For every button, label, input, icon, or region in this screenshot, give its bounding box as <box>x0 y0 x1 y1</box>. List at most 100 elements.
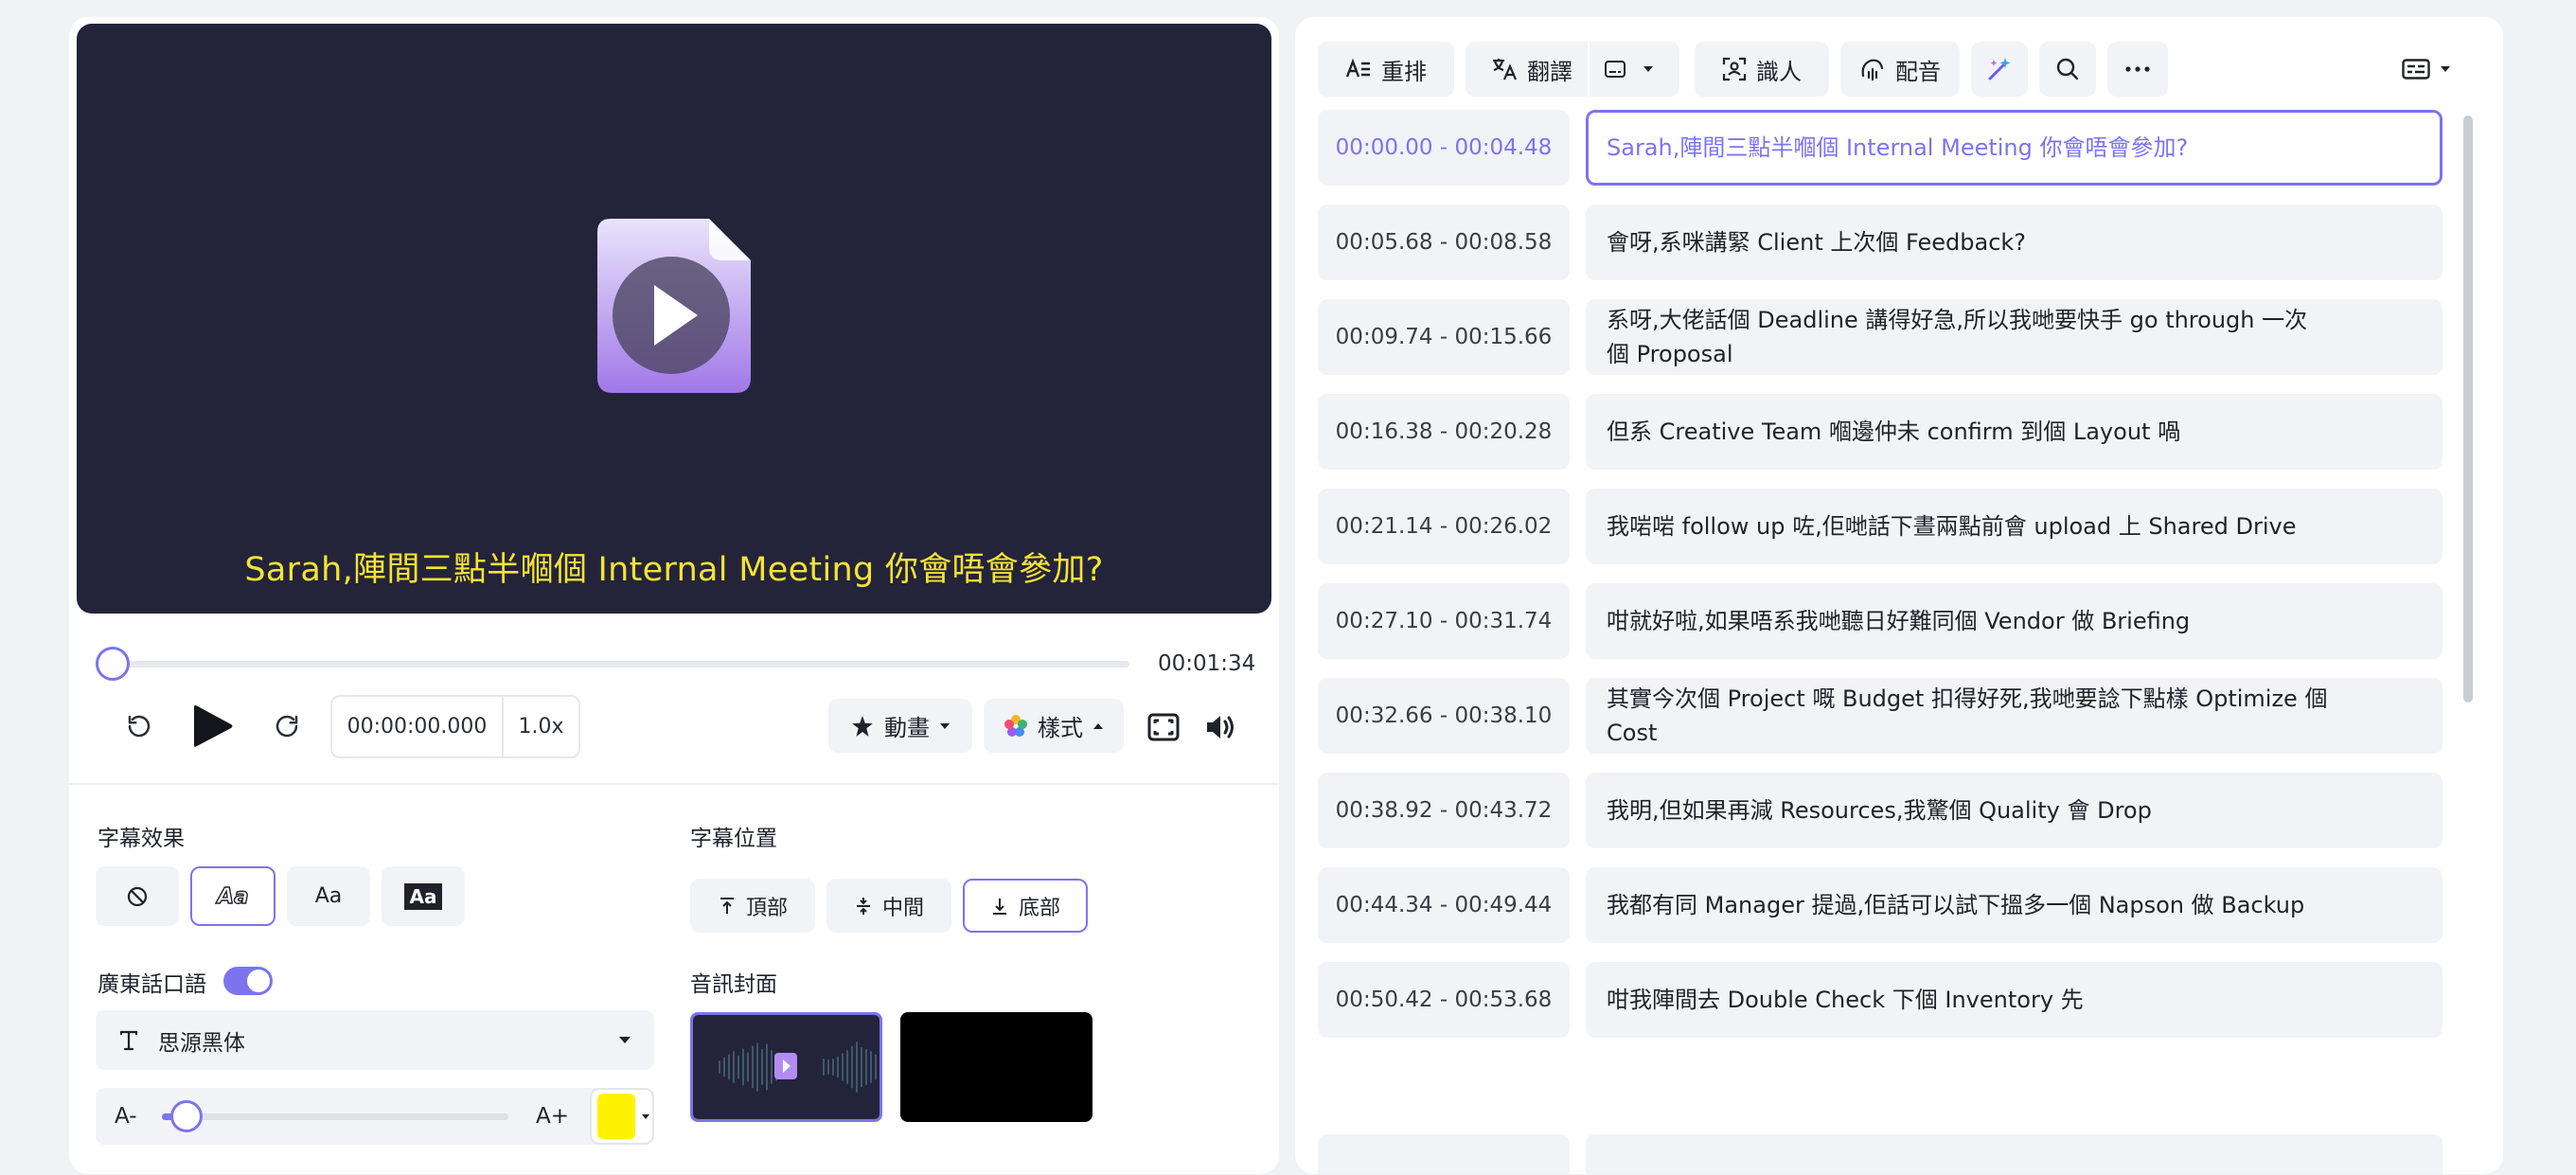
effect-none-option[interactable] <box>96 866 179 926</box>
position-bottom-option[interactable]: 底部 <box>963 879 1088 933</box>
relayout-button[interactable]: 重排 <box>1318 42 1454 97</box>
none-icon <box>127 886 148 906</box>
effect-outline-option[interactable]: Aa <box>190 866 275 926</box>
subtitle-time[interactable]: 00:44.34 - 00:49.44 <box>1318 867 1570 943</box>
effect-box-option[interactable]: Aa <box>382 866 465 926</box>
subtitle-row[interactable]: 00:00.00 - 00:04.48 Sarah,陣間三點半嗰個 Interna… <box>1318 110 2443 186</box>
subtitle-row[interactable]: 00:38.92 - 00:43.72 我明,但如果再減 Resources,我驚… <box>1318 773 2443 848</box>
align-bottom-icon <box>992 898 1006 915</box>
font-name: 思源黑体 <box>158 1030 245 1056</box>
rewind-button[interactable] <box>118 705 160 747</box>
progress-handle[interactable] <box>96 647 130 681</box>
caret-down-icon <box>2441 66 2450 72</box>
subtitle-row[interactable]: 00:09.74 - 00:15.66 系呀,大佬話個 Deadline 講得好急… <box>1318 299 2443 375</box>
progress-track[interactable] <box>96 661 1129 668</box>
subtitle-row-partial[interactable] <box>1318 1134 2443 1174</box>
subtitle-time[interactable]: 00:50.42 - 00:53.68 <box>1318 962 1570 1038</box>
subtitle-text[interactable]: 我明,但如果再減 Resources,我驚個 Quality 會 Drop <box>1586 773 2443 848</box>
align-top-icon <box>720 897 734 914</box>
caret-up-icon <box>1093 722 1103 729</box>
toggle-knob <box>247 970 270 992</box>
subtitle-time[interactable]: 00:05.68 - 00:08.58 <box>1318 205 1570 280</box>
subtitle-row[interactable]: 00:21.14 - 00:26.02 我啱啱 follow up 咗,佢哋話下晝… <box>1318 489 2443 564</box>
audio-file-icon <box>597 219 751 393</box>
subtitle-list-icon <box>2402 59 2430 80</box>
font-select[interactable]: 思源黑体 <box>96 1010 654 1070</box>
video-preview[interactable]: Sarah,陣間三點半嗰個 Internal Meeting 你會唔會參加? <box>77 24 1271 614</box>
text-color-swatch <box>597 1094 635 1139</box>
align-middle-icon <box>856 897 870 915</box>
play-button[interactable] <box>187 701 238 752</box>
subtitle-row[interactable]: 00:05.68 - 00:08.58 會呀,系咪講緊 Client 上次個 Fe… <box>1318 205 2443 280</box>
subtitle-time[interactable]: 00:27.10 - 00:31.74 <box>1318 583 1570 659</box>
position-top-label: 頂部 <box>745 896 788 920</box>
effect-plain-option[interactable]: Aa <box>287 866 370 926</box>
scrollbar-thumb[interactable] <box>2463 116 2473 703</box>
subtitle-text[interactable]: 咁我陣間去 Double Check 下個 Inventory 先 <box>1586 962 2443 1038</box>
recognize-speaker-button[interactable]: 識人 <box>1695 42 1829 97</box>
subtitle-time[interactable]: 00:21.14 - 00:26.02 <box>1318 489 1570 564</box>
text-color-picker[interactable] <box>590 1088 654 1145</box>
subtitle-row[interactable]: 00:16.38 - 00:20.28 但系 Creative Team 嗰邊仲未… <box>1318 394 2443 470</box>
subtitle-text[interactable]: 系呀,大佬話個 Deadline 講得好急,所以我哋要快手 go through… <box>1586 299 2443 375</box>
subtitle-time[interactable]: 00:32.66 - 00:38.10 <box>1318 678 1570 754</box>
magic-button[interactable] <box>1971 42 2028 97</box>
cover-waveform-option[interactable] <box>690 1012 882 1122</box>
translate-button[interactable]: 翻譯 <box>1491 53 1572 86</box>
cantonese-label: 廣東話口語 <box>98 972 206 997</box>
effect-box-sample: Aa <box>403 882 443 910</box>
font-size-handle[interactable] <box>169 1100 203 1132</box>
position-top-option[interactable]: 頂部 <box>690 879 815 933</box>
volume-button[interactable] <box>1201 708 1239 746</box>
font-size-slider[interactable] <box>162 1100 508 1132</box>
face-scan-icon <box>1722 57 1747 81</box>
subtitle-row[interactable]: 00:50.42 - 00:53.68 咁我陣間去 Double Check 下個… <box>1318 962 2443 1038</box>
subtitle-time[interactable]: 00:09.74 - 00:15.66 <box>1318 299 1570 375</box>
subtitle-panel: 重排 翻譯 識人 配音 00:00.00 - 00:04.48 Sarah,陣間… <box>1295 17 2503 1174</box>
subtitle-time-partial[interactable] <box>1318 1134 1570 1174</box>
subtitle-text[interactable]: 其實今次個 Project 嘅 Budget 扣得好死,我哋要諗下點樣 Opti… <box>1586 678 2443 754</box>
subtitle-mode-dropdown[interactable] <box>1605 61 1654 78</box>
view-mode-dropdown[interactable] <box>2393 42 2460 97</box>
speed-select[interactable]: 1.0x <box>504 697 578 757</box>
palette-icon <box>1004 714 1027 737</box>
more-button[interactable] <box>2107 42 2168 97</box>
dub-button[interactable]: 配音 <box>1840 42 1960 97</box>
subtitle-text[interactable]: 咁就好啦,如果唔系我哋聽日好難同個 Vendor 做 Briefing <box>1586 583 2443 659</box>
size-decrease-button[interactable]: A- <box>115 1088 137 1145</box>
subtitle-time[interactable]: 00:16.38 - 00:20.28 <box>1318 394 1570 470</box>
size-increase-button[interactable]: A+ <box>536 1088 569 1145</box>
style-dropdown[interactable]: 樣式 <box>984 699 1124 753</box>
cover-black-option[interactable] <box>900 1012 1093 1122</box>
cantonese-toggle[interactable] <box>223 967 273 995</box>
subtitle-row[interactable]: 00:27.10 - 00:31.74 咁就好啦,如果唔系我哋聽日好難同個 Ven… <box>1318 583 2443 659</box>
subtitle-row[interactable]: 00:44.34 - 00:49.44 我都有同 Manager 提過,佢話可以試… <box>1318 867 2443 943</box>
translate-label: 翻譯 <box>1527 58 1572 85</box>
search-button[interactable] <box>2039 42 2096 97</box>
text-align-icon <box>1345 58 1370 78</box>
position-middle-label: 中間 <box>881 896 924 920</box>
subtitle-text[interactable]: 但系 Creative Team 嗰邊仲未 confirm 到個 Layout … <box>1586 394 2443 470</box>
position-middle-option[interactable]: 中間 <box>826 879 951 933</box>
progress-slider[interactable] <box>96 646 1129 682</box>
subtitle-text[interactable]: 會呀,系咪講緊 Client 上次個 Feedback? <box>1586 205 2443 280</box>
total-duration: 00:01:34 <box>1158 651 1256 676</box>
magic-wand-icon <box>1988 58 2011 80</box>
subtitle-scrollbar[interactable] <box>2461 116 2475 1166</box>
subtitle-text[interactable]: Sarah,陣間三點半嗰個 Internal Meeting 你會唔會參加? <box>1586 110 2443 186</box>
subtitle-text-partial[interactable] <box>1586 1134 2443 1174</box>
caret-down-icon <box>642 1113 649 1119</box>
forward-button[interactable] <box>266 705 308 747</box>
current-time-input[interactable]: 00:00:00.000 <box>332 697 504 757</box>
position-title: 字幕位置 <box>690 827 777 851</box>
waveform-thumbnail <box>693 1015 879 1119</box>
subtitle-text[interactable]: 我都有同 Manager 提過,佢話可以試下搵多一個 Napson 做 Back… <box>1586 867 2443 943</box>
subtitle-time[interactable]: 00:38.92 - 00:43.72 <box>1318 773 1570 848</box>
animation-dropdown[interactable]: 動畫 <box>828 699 972 753</box>
subtitle-row[interactable]: 00:32.66 - 00:38.10 其實今次個 Project 嘅 Budge… <box>1318 678 2443 754</box>
fullscreen-button[interactable] <box>1145 708 1182 746</box>
subtitle-icon <box>1605 61 1626 78</box>
subtitle-text[interactable]: 我啱啱 follow up 咗,佢哋話下晝兩點前會 upload 上 Share… <box>1586 489 2443 564</box>
subtitle-time[interactable]: 00:00.00 - 00:04.48 <box>1318 110 1570 186</box>
effect-title: 字幕效果 <box>98 827 185 851</box>
